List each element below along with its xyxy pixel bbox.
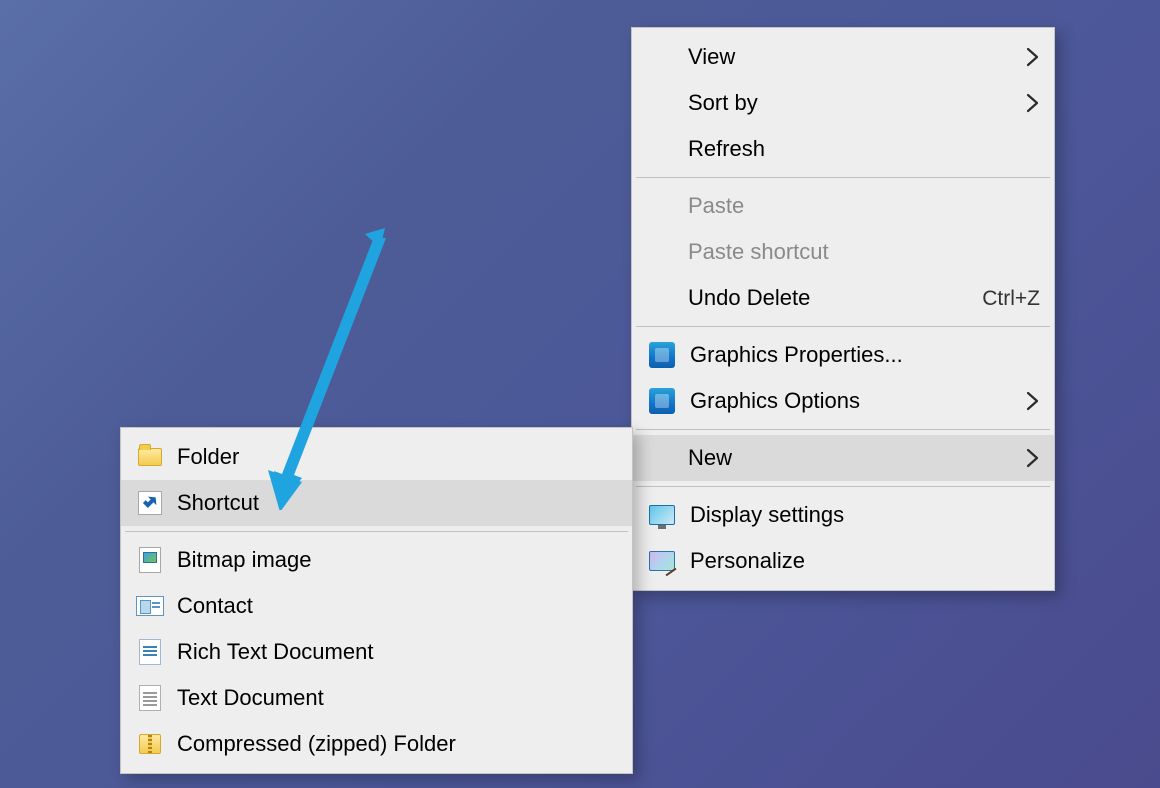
menu-item-label: Folder (177, 446, 618, 468)
menu-item-label: Contact (177, 595, 618, 617)
bitmap-image-icon (135, 544, 165, 576)
menu-item-label: Text Document (177, 687, 618, 709)
menu-item-display-settings[interactable]: Display settings (632, 492, 1054, 538)
chevron-right-icon (1022, 92, 1040, 114)
menu-item-label: Sort by (688, 92, 1002, 114)
chevron-right-icon (1022, 46, 1040, 68)
menu-item-label: View (688, 46, 1002, 68)
contact-icon (135, 590, 165, 622)
new-submenu: Folder Shortcut Bitmap image Contact Ric… (120, 427, 633, 774)
submenu-item-txt[interactable]: Text Document (121, 675, 632, 721)
menu-item-personalize[interactable]: Personalize (632, 538, 1054, 584)
menu-item-label: Paste shortcut (688, 241, 1040, 263)
menu-item-label: Display settings (690, 504, 1040, 526)
menu-item-refresh[interactable]: Refresh (632, 126, 1054, 172)
menu-item-label: Shortcut (177, 492, 618, 514)
menu-item-graphics-properties[interactable]: Graphics Properties... (632, 332, 1054, 378)
submenu-item-bitmap[interactable]: Bitmap image (121, 537, 632, 583)
menu-separator (636, 486, 1050, 487)
menu-item-label: Personalize (690, 550, 1040, 572)
compressed-folder-icon (135, 728, 165, 760)
text-document-icon (135, 682, 165, 714)
menu-item-paste: Paste (632, 183, 1054, 229)
menu-item-label: Compressed (zipped) Folder (177, 733, 618, 755)
submenu-item-zip[interactable]: Compressed (zipped) Folder (121, 721, 632, 767)
menu-item-paste-shortcut: Paste shortcut (632, 229, 1054, 275)
menu-item-label: Graphics Options (690, 390, 1002, 412)
menu-separator (636, 177, 1050, 178)
menu-separator (636, 429, 1050, 430)
folder-icon (135, 441, 165, 473)
menu-separator (125, 531, 628, 532)
menu-item-label: New (688, 447, 1002, 469)
desktop-context-menu: View Sort by Refresh Paste Paste shortcu… (631, 27, 1055, 591)
rich-text-document-icon (135, 636, 165, 668)
menu-item-label: Undo Delete (688, 287, 942, 309)
menu-item-graphics-options[interactable]: Graphics Options (632, 378, 1054, 424)
intel-graphics-icon (646, 385, 678, 417)
submenu-item-folder[interactable]: Folder (121, 434, 632, 480)
menu-item-new[interactable]: New (632, 435, 1054, 481)
menu-item-label: Bitmap image (177, 549, 618, 571)
shortcut-icon (135, 487, 165, 519)
chevron-right-icon (1022, 390, 1040, 412)
menu-item-label: Rich Text Document (177, 641, 618, 663)
menu-separator (636, 326, 1050, 327)
personalize-icon (646, 545, 678, 577)
submenu-item-rtf[interactable]: Rich Text Document (121, 629, 632, 675)
menu-item-sort-by[interactable]: Sort by (632, 80, 1054, 126)
menu-item-shortcut: Ctrl+Z (982, 288, 1040, 309)
menu-item-undo-delete[interactable]: Undo Delete Ctrl+Z (632, 275, 1054, 321)
intel-graphics-icon (646, 339, 678, 371)
menu-item-view[interactable]: View (632, 34, 1054, 80)
chevron-right-icon (1022, 447, 1040, 469)
menu-item-label: Refresh (688, 138, 1040, 160)
monitor-icon (646, 499, 678, 531)
menu-item-label: Graphics Properties... (690, 344, 1040, 366)
submenu-item-shortcut[interactable]: Shortcut (121, 480, 632, 526)
submenu-item-contact[interactable]: Contact (121, 583, 632, 629)
menu-item-label: Paste (688, 195, 1040, 217)
